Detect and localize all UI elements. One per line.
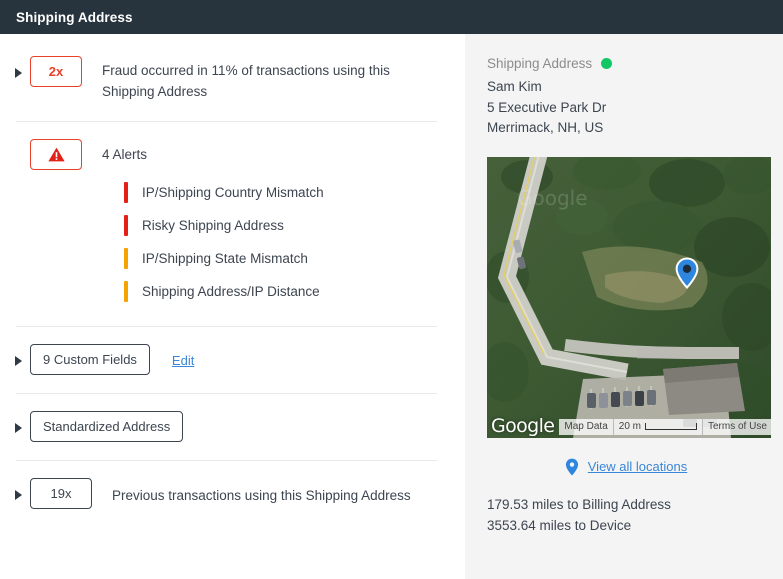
caret-right-icon[interactable] — [8, 56, 30, 78]
previous-transactions-badge[interactable]: 19x — [30, 478, 92, 509]
caret-right-icon[interactable] — [8, 411, 30, 433]
city-region: Merrimack, NH, US — [487, 118, 765, 139]
location-map[interactable]: Google Google Map Data 20 m Terms of Use — [487, 157, 771, 438]
address-label-text: Shipping Address — [487, 56, 592, 71]
list-item[interactable]: IP/Shipping State Mismatch — [124, 242, 324, 275]
fraud-summary-row: 2x Fraud occurred in 11% of transactions… — [8, 34, 445, 121]
distance-list: 179.53 miles to Billing Address 3553.64 … — [487, 494, 765, 538]
alerts-count-label: 4 Alerts — [102, 139, 324, 162]
alert-label: Risky Shipping Address — [128, 218, 284, 233]
caret-right-icon[interactable] — [8, 478, 30, 500]
standardized-address-button[interactable]: Standardized Address — [30, 411, 183, 442]
custom-fields-button[interactable]: 9 Custom Fields — [30, 344, 150, 375]
street-address: 5 Executive Park Dr — [487, 98, 765, 119]
terms-of-use-link[interactable]: Terms of Use — [702, 419, 771, 435]
fraud-multiplier-badge[interactable]: 2x — [30, 56, 82, 87]
alerts-caret-placeholder — [8, 139, 30, 151]
view-all-locations-label: View all locations — [588, 459, 687, 474]
alert-label: IP/Shipping State Mismatch — [128, 251, 308, 266]
custom-fields-row: 9 Custom Fields Edit — [8, 326, 445, 393]
alerts-block: 4 Alerts IP/Shipping Country Mismatch Ri… — [82, 139, 324, 308]
fraud-summary-text: Fraud occurred in 11% of transactions us… — [82, 56, 427, 103]
scale-bar-icon — [645, 423, 697, 430]
map-scale: 20 m — [613, 419, 702, 435]
standardized-address-row: Standardized Address — [8, 393, 445, 460]
left-column: 2x Fraud occurred in 11% of transactions… — [0, 34, 465, 579]
panel-header: Shipping Address — [0, 0, 783, 34]
view-all-locations-link[interactable]: View all locations — [487, 458, 765, 476]
panel-body: 2x Fraud occurred in 11% of transactions… — [0, 34, 783, 579]
map-scale-label: 20 m — [619, 421, 641, 432]
caret-right-icon[interactable] — [8, 344, 30, 366]
alerts-row: 4 Alerts IP/Shipping Country Mismatch Ri… — [8, 121, 445, 326]
alert-label: IP/Shipping Country Mismatch — [128, 185, 324, 200]
edit-link[interactable]: Edit — [172, 353, 194, 368]
status-badge — [601, 58, 612, 69]
right-column: Shipping Address Sam Kim 5 Executive Par… — [465, 34, 783, 579]
alert-label: Shipping Address/IP Distance — [128, 284, 320, 299]
address-section-label: Shipping Address — [487, 56, 765, 71]
map-data-label[interactable]: Map Data — [559, 419, 612, 435]
page-title: Shipping Address — [16, 10, 133, 25]
google-logo: Google — [487, 415, 559, 438]
previous-transactions-text: Previous transactions using this Shippin… — [92, 478, 411, 507]
recipient-name: Sam Kim — [487, 77, 765, 98]
list-item[interactable]: Risky Shipping Address — [124, 209, 324, 242]
alerts-list: IP/Shipping Country Mismatch Risky Shipp… — [102, 176, 324, 308]
previous-transactions-row: 19x Previous transactions using this Shi… — [8, 460, 445, 527]
map-pin-icon — [675, 257, 699, 289]
map-pin-icon — [565, 458, 579, 476]
svg-text:Google: Google — [517, 186, 588, 210]
shipping-address-panel: Shipping Address 2x Fraud occurred in 11… — [0, 0, 783, 579]
list-item[interactable]: IP/Shipping Country Mismatch — [124, 176, 324, 209]
warning-triangle-icon[interactable] — [30, 139, 82, 170]
map-imagery: Google — [487, 157, 771, 438]
distance-to-billing: 179.53 miles to Billing Address — [487, 494, 765, 516]
distance-to-device: 3553.64 miles to Device — [487, 515, 765, 537]
map-attribution-bar: Google Map Data 20 m Terms of Use — [487, 416, 771, 438]
list-item[interactable]: Shipping Address/IP Distance — [124, 275, 324, 308]
